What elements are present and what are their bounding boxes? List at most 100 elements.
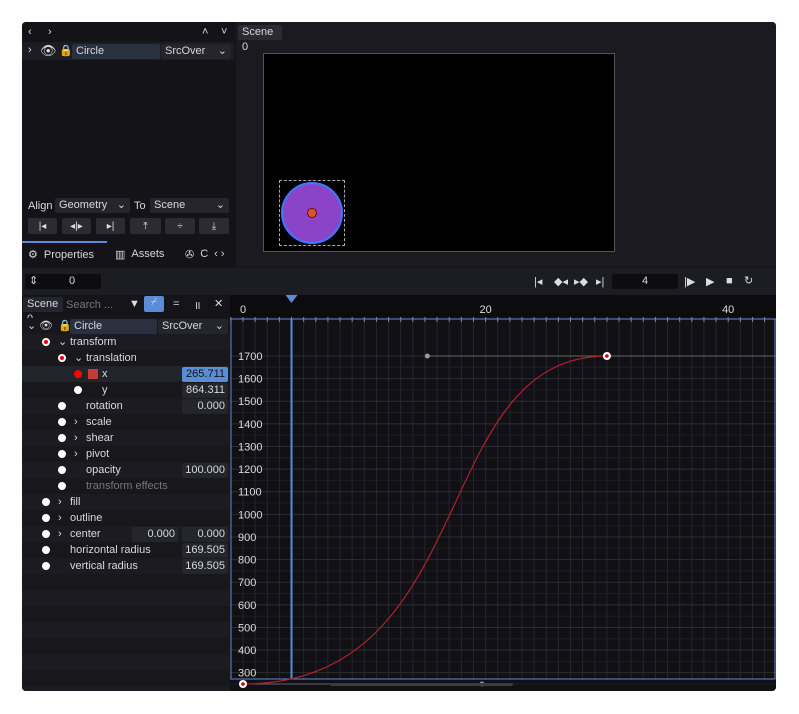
prop-shear[interactable]: › shear [22,430,228,446]
center-y-field[interactable]: 0.000 [182,527,228,542]
collapse-icon[interactable]: ⌄ [58,334,67,350]
layer-name[interactable]: Circle [70,319,157,334]
prop-translation[interactable]: ⌄ translation [22,350,228,366]
eye-icon[interactable]: 👁 [40,43,57,59]
align-right-button[interactable]: ▸| [96,218,125,234]
pause-icon[interactable]: ॥ [194,298,201,313]
keyframe-toggle[interactable] [42,530,50,538]
tab-other[interactable]: ✇ C ‹ › [185,248,225,261]
expand-icon[interactable]: › [58,526,62,542]
tab-assets[interactable]: ▥ Assets [115,248,164,261]
opacity-value-field[interactable]: 100.000 [182,463,228,478]
transport-bar: ⇕ 0 |◂ ◆◂ ▸◆ ▸| 4 |▶ ▶ ■ ↻ [22,268,776,295]
prop-label: center [70,528,101,540]
prop-fill[interactable]: › fill [22,494,228,510]
prop-x[interactable]: x 265.711 [22,366,228,382]
eye-icon[interactable]: 👁 [39,318,53,334]
blend-select[interactable]: SrcOver ⌄ [158,319,228,334]
align-bottom-button[interactable]: ⤓ [199,218,229,234]
keyframe-toggle[interactable] [42,514,50,522]
graph-mode-icon[interactable]: ⌿ [144,296,164,312]
collapse-icon[interactable]: ⌄ [74,350,83,366]
keyframe-toggle[interactable] [74,370,82,378]
x-value-field[interactable]: 265.711 [182,367,228,382]
prop-horizontal-radius[interactable]: horizontal radius 169.505 [22,542,228,558]
layer-row[interactable]: ⌄ 👁 🔒 Circle SrcOver ⌄ [22,318,228,334]
curve-color-swatch[interactable] [88,369,98,379]
step-forward-icon[interactable]: |▶ [684,275,695,288]
layer-row[interactable]: › 👁 🔒 Circle SrcOver ⌄ [22,42,234,60]
keyframe-toggle[interactable] [42,546,50,554]
align-left-button[interactable]: |◂ [28,218,57,234]
chevron-up-icon[interactable]: ˄ [202,26,208,38]
close-icon[interactable]: ✕ [214,297,223,310]
tab-properties[interactable]: ⚙ Properties [28,248,94,262]
y-tick-label: 1700 [238,351,262,363]
prop-opacity[interactable]: opacity 100.000 [22,462,228,478]
keyframe-toggle[interactable] [58,450,66,458]
prop-rotation[interactable]: rotation 0.000 [22,398,228,414]
prop-transform-effects[interactable]: transform effects [22,478,228,494]
prop-outline[interactable]: › outline [22,510,228,526]
stop-icon[interactable]: ■ [726,275,733,287]
prop-scale[interactable]: › scale [22,414,228,430]
keyframe-toggle[interactable] [58,482,66,490]
prop-y[interactable]: y 864.311 [22,382,228,398]
first-frame-icon[interactable]: |◂ [534,275,542,288]
keyframe-toggle[interactable] [74,386,82,394]
vradius-value-field[interactable]: 169.505 [182,559,228,574]
rotation-value-field[interactable]: 0.000 [182,399,228,414]
align-mode-select[interactable]: Geometry ⌄ [55,198,130,213]
align-hcenter-button[interactable]: ◂|▸ [62,218,91,234]
prop-center[interactable]: › center 0.000 0.000 [22,526,228,542]
current-frame-field[interactable]: 4 [612,274,678,289]
scene-selector[interactable]: Scene 0 [23,297,63,325]
collapse-icon[interactable]: ⌄ [27,318,36,334]
chevron-down-icon[interactable]: ˅ [221,26,227,38]
last-frame-icon[interactable]: ▸| [596,275,604,288]
scene-canvas[interactable] [263,53,615,252]
hradius-value-field[interactable]: 169.505 [182,543,228,558]
expand-icon[interactable]: › [74,430,78,446]
expand-icon[interactable]: › [58,510,62,526]
align-target-select[interactable]: Scene ⌄ [150,198,229,213]
graph-editor[interactable]: 0 20 40 1700 1600 1500 1400 1300 1200 1100 1000 900… [230,295,776,691]
expand-icon[interactable]: › [58,494,62,510]
y-value-field[interactable]: 864.311 [182,383,228,398]
blend-select[interactable]: SrcOver ⌄ [161,44,231,59]
search-input[interactable] [66,297,122,312]
center-x-field[interactable]: 0.000 [132,527,178,542]
expand-icon[interactable]: › [74,446,78,462]
keyframe-toggle[interactable] [42,498,50,506]
play-icon[interactable]: ▶ [706,275,714,288]
y-tick-label: 1600 [238,374,262,386]
prop-pivot[interactable]: › pivot [22,446,228,462]
next-keyframe-icon[interactable]: ▸◆ [574,275,588,288]
expand-icon[interactable]: › [28,44,32,56]
keyframe-toggle[interactable] [58,418,66,426]
loop-icon[interactable]: ↻ [744,274,753,287]
filter-icon[interactable]: ▼ [129,298,140,310]
prop-vertical-radius[interactable]: vertical radius 169.505 [22,558,228,574]
keyframe-toggle[interactable] [58,434,66,442]
scene-tab[interactable]: Scene 0 [238,25,282,53]
layer-name[interactable]: Circle [72,44,160,59]
keyframe-toggle[interactable] [42,562,50,570]
list-icon[interactable]: = [173,298,179,310]
back-icon[interactable]: ‹ [28,26,32,38]
tab-scroll-icon[interactable]: ‹ › [214,248,224,261]
align-vcenter-button[interactable]: ÷ [165,218,195,234]
frame-spinbox[interactable]: ⇕ 0 [25,274,101,289]
forward-icon[interactable]: › [48,26,52,38]
prev-keyframe-icon[interactable]: ◆◂ [554,275,568,288]
align-top-button[interactable]: ⤒ [130,218,161,234]
keyframe-toggle[interactable] [58,466,66,474]
prop-label: outline [70,512,103,524]
keyframe-toggle[interactable] [58,402,66,410]
keyframe-toggle[interactable] [42,338,50,346]
lock-icon[interactable]: 🔒 [59,44,73,57]
keyframe-toggle[interactable] [58,354,66,362]
prop-transform[interactable]: ⌄ transform [22,334,228,350]
pivot-handle[interactable] [307,208,317,218]
expand-icon[interactable]: › [74,414,78,430]
